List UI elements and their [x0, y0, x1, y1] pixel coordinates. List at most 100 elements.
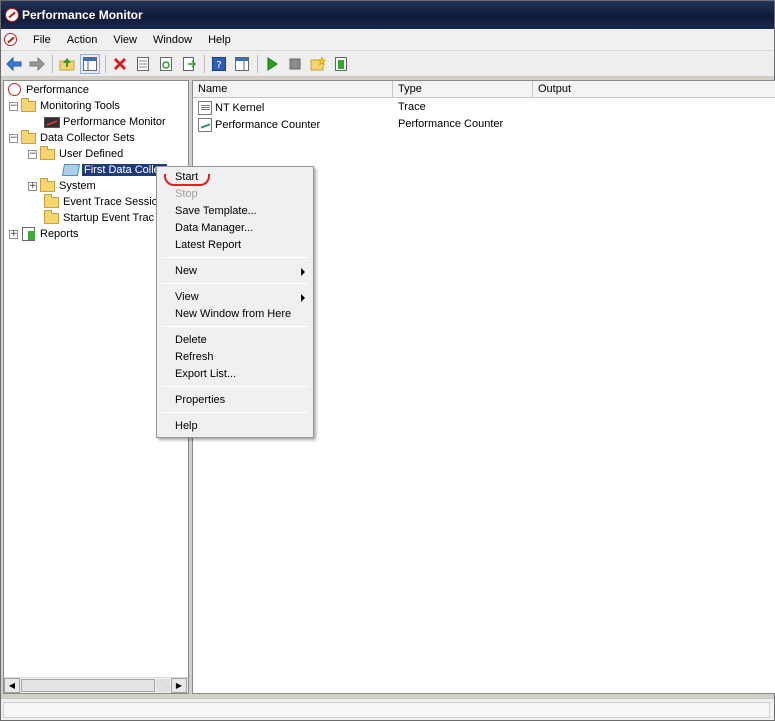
- export-icon: [183, 56, 196, 71]
- performance-monitor-window: Performance Monitor File Action View Win…: [0, 0, 775, 721]
- menu-item-export-list[interactable]: Export List...: [159, 366, 311, 383]
- menu-separator: [161, 386, 309, 387]
- tree-item-label: System: [59, 180, 96, 192]
- expand-icon[interactable]: +: [28, 181, 37, 191]
- data-collector-set-icon: [61, 163, 81, 177]
- scroll-right-icon[interactable]: ▶: [171, 678, 187, 693]
- tree-item-label: Data Collector Sets: [40, 132, 135, 144]
- column-header-name[interactable]: Name: [193, 81, 393, 98]
- menu-item-view[interactable]: View: [159, 289, 311, 306]
- scroll-left-icon[interactable]: ◀: [4, 678, 20, 693]
- menu-item-help[interactable]: Help: [159, 418, 311, 435]
- performance-counter-icon: [198, 117, 212, 132]
- folder-icon: [44, 194, 60, 209]
- tree-item-monitoring-tools[interactable]: − Monitoring Tools: [9, 98, 120, 114]
- menu-item-label: View: [175, 291, 199, 303]
- tree-item-system[interactable]: + System: [28, 178, 96, 194]
- menu-file[interactable]: File: [25, 30, 59, 50]
- performance-monitor-icon: [5, 8, 19, 22]
- tree-item-user-defined[interactable]: − User Defined: [28, 146, 123, 162]
- context-menu: Start Stop Save Template... Data Manager…: [156, 166, 314, 438]
- tree-item-label: Event Trace Sessio: [63, 196, 158, 208]
- tree-item-label: Performance Monitor: [63, 116, 166, 128]
- tree-item-first-data-collector[interactable]: First Data Collec: [61, 162, 168, 178]
- back-button[interactable]: [4, 54, 24, 74]
- status-bar: [1, 698, 774, 720]
- start-button[interactable]: [262, 54, 282, 74]
- menu-item-save-template[interactable]: Save Template...: [159, 203, 311, 220]
- tree-item-label: Performance: [26, 84, 89, 96]
- menu-separator: [161, 326, 309, 327]
- menu-item-data-manager[interactable]: Data Manager...: [159, 220, 311, 237]
- tree-item-event-trace-sessions[interactable]: Event Trace Sessio: [44, 194, 158, 210]
- tree-item-label: Reports: [40, 228, 79, 240]
- menu-window[interactable]: Window: [145, 30, 200, 50]
- user-folder-icon: [40, 146, 56, 161]
- tree-item-label: Monitoring Tools: [40, 100, 120, 112]
- list-item-type: Performance Counter: [398, 118, 504, 130]
- toolbar: ?: [1, 51, 774, 77]
- horizontal-scrollbar[interactable]: ◀ ▶: [4, 677, 188, 693]
- tree-item-data-collector-sets[interactable]: − Data Collector Sets: [9, 130, 135, 146]
- folder-icon: [21, 98, 37, 113]
- svg-text:?: ?: [216, 60, 221, 71]
- menu-view[interactable]: View: [105, 30, 145, 50]
- system-menu-icon[interactable]: [4, 33, 17, 46]
- properties-icon: [137, 56, 149, 71]
- column-header-type[interactable]: Type: [393, 81, 533, 98]
- scrollbar-thumb[interactable]: [21, 679, 155, 692]
- menu-item-stop: Stop: [175, 188, 198, 200]
- toolbar-separator: [52, 54, 53, 73]
- up-one-level-button[interactable]: [57, 54, 77, 74]
- properties-button[interactable]: [133, 54, 153, 74]
- tree-item-performance[interactable]: Performance: [7, 82, 89, 98]
- window-title: Performance Monitor: [22, 8, 143, 22]
- menu-action[interactable]: Action: [59, 30, 106, 50]
- export-list-button[interactable]: [179, 54, 199, 74]
- list-item-nt-kernel[interactable]: NT Kernel: [198, 99, 264, 116]
- menu-help[interactable]: Help: [200, 30, 239, 50]
- tree-item-performance-monitor[interactable]: Performance Monitor: [44, 114, 166, 130]
- tree-item-label: Startup Event Trac: [63, 212, 155, 224]
- tree-item-startup-event-trace[interactable]: Startup Event Trac: [44, 210, 154, 226]
- new-data-collector-set-button[interactable]: [308, 54, 328, 74]
- menu-item-new-window[interactable]: New Window from Here: [159, 306, 311, 323]
- list-item-type: Trace: [398, 101, 426, 113]
- red-annotation-mark: [164, 174, 210, 186]
- list-item-performance-counter[interactable]: Performance Counter: [198, 116, 320, 133]
- delete-button[interactable]: [110, 54, 130, 74]
- submenu-arrow-icon: [301, 294, 305, 302]
- collapse-icon[interactable]: −: [9, 101, 18, 111]
- help-icon: ?: [212, 56, 226, 71]
- help-button[interactable]: ?: [209, 54, 229, 74]
- show-hide-console-tree-button[interactable]: [80, 53, 100, 74]
- column-header-output[interactable]: Output: [533, 81, 775, 98]
- menu-item-properties[interactable]: Properties: [159, 392, 311, 409]
- toolbar-separator: [204, 54, 205, 73]
- folder-icon: [40, 178, 56, 193]
- show-hide-action-pane-button[interactable]: [232, 54, 252, 74]
- expand-icon[interactable]: +: [9, 229, 18, 239]
- stop-button[interactable]: [285, 54, 305, 74]
- back-icon: [6, 56, 22, 71]
- collapse-icon[interactable]: −: [9, 133, 18, 143]
- menu-separator: [161, 257, 309, 258]
- scrollbar-track[interactable]: [156, 679, 170, 692]
- menu-item-refresh[interactable]: Refresh: [159, 349, 311, 366]
- refresh-icon: [160, 56, 172, 71]
- forward-button[interactable]: [27, 54, 47, 74]
- up-folder-icon: [59, 57, 75, 70]
- list-item-name: NT Kernel: [215, 101, 265, 114]
- latest-report-button[interactable]: [331, 54, 351, 74]
- collapse-icon[interactable]: −: [28, 149, 37, 159]
- start-icon: [267, 56, 278, 71]
- tree-item-reports[interactable]: + Reports: [9, 226, 79, 242]
- menu-item-new[interactable]: New: [159, 263, 311, 280]
- title-bar[interactable]: Performance Monitor: [1, 1, 774, 29]
- list-header: Name Type Output: [193, 81, 775, 98]
- menu-item-delete[interactable]: Delete: [159, 332, 311, 349]
- menu-item-latest-report[interactable]: Latest Report: [159, 237, 311, 254]
- menu-separator: [161, 412, 309, 413]
- toolbar-separator: [105, 54, 106, 73]
- refresh-button[interactable]: [156, 54, 176, 74]
